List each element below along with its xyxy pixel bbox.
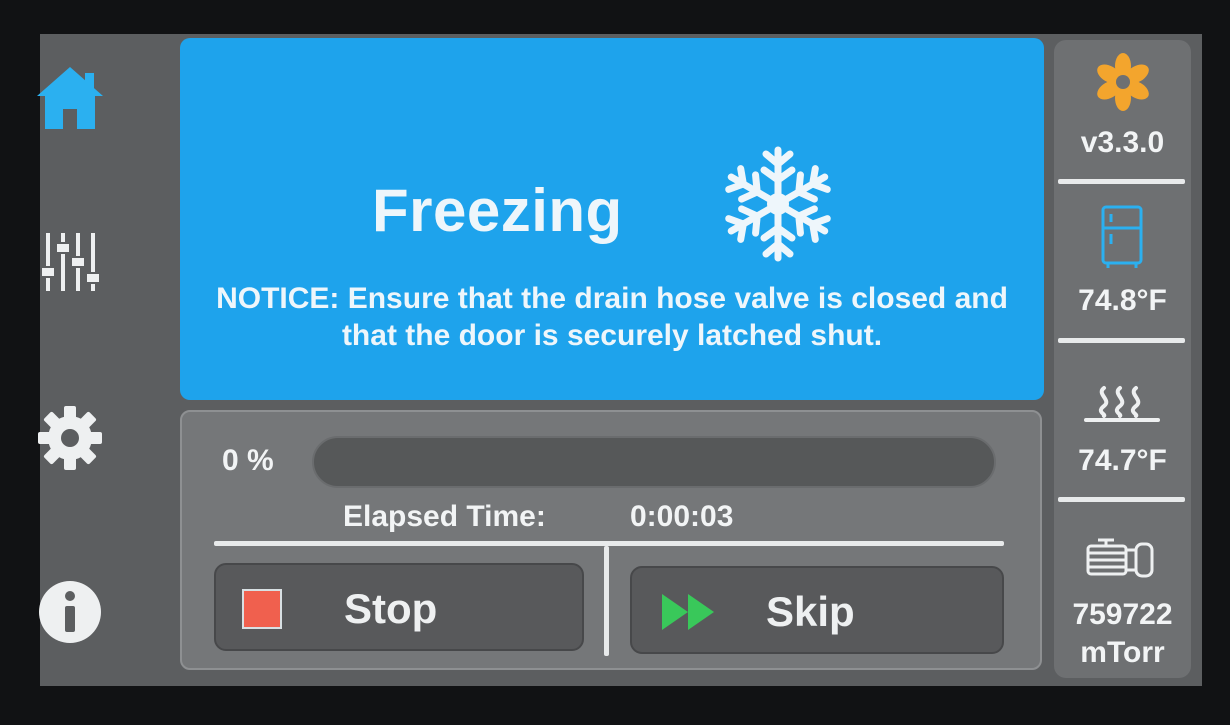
status-notice: NOTICE: Ensure that the drain hose valve… — [216, 282, 1008, 352]
vacuum-pressure-unit: mTorr — [1080, 636, 1165, 669]
vacuum-pump-icon — [1086, 538, 1154, 578]
divider-vertical — [604, 546, 609, 656]
skip-button[interactable]: Skip — [630, 566, 1004, 654]
snowflake-icon — [720, 144, 836, 269]
stop-button-label: Stop — [344, 585, 438, 632]
sliders-icon — [40, 233, 101, 291]
progress-percent: 0 % — [222, 444, 274, 477]
fast-forward-icon — [662, 594, 714, 630]
freezer-temperature: 74.8°F — [1078, 284, 1167, 317]
vacuum-pressure-value: 759722 — [1072, 598, 1173, 631]
stop-button[interactable]: Stop — [214, 563, 584, 651]
elapsed-time-value: 0:00:03 — [630, 500, 734, 533]
sidebar-divider — [1058, 338, 1185, 343]
nav-home-button[interactable] — [30, 58, 110, 138]
home-icon — [37, 67, 103, 129]
info-icon — [39, 581, 101, 643]
stop-icon — [242, 589, 282, 629]
heater-icon — [1084, 386, 1160, 422]
firmware-version: v3.3.0 — [1080, 126, 1165, 159]
freezer-icon — [1101, 205, 1143, 268]
divider-horizontal — [214, 541, 1004, 546]
status-title: Freezing — [372, 177, 623, 244]
progress-bar — [312, 436, 996, 488]
skip-button-label: Skip — [766, 588, 855, 635]
fan-icon — [1097, 53, 1149, 111]
nav-settings-button[interactable] — [30, 398, 110, 478]
sidebar-divider — [1058, 179, 1185, 184]
elapsed-time-label: Elapsed Time: — [343, 500, 546, 533]
heater-temperature: 74.7°F — [1078, 444, 1167, 477]
nav-info-button[interactable] — [30, 572, 110, 652]
gear-icon — [38, 406, 102, 470]
nav-adjustments-button[interactable] — [30, 222, 110, 302]
sidebar-divider — [1058, 497, 1185, 502]
